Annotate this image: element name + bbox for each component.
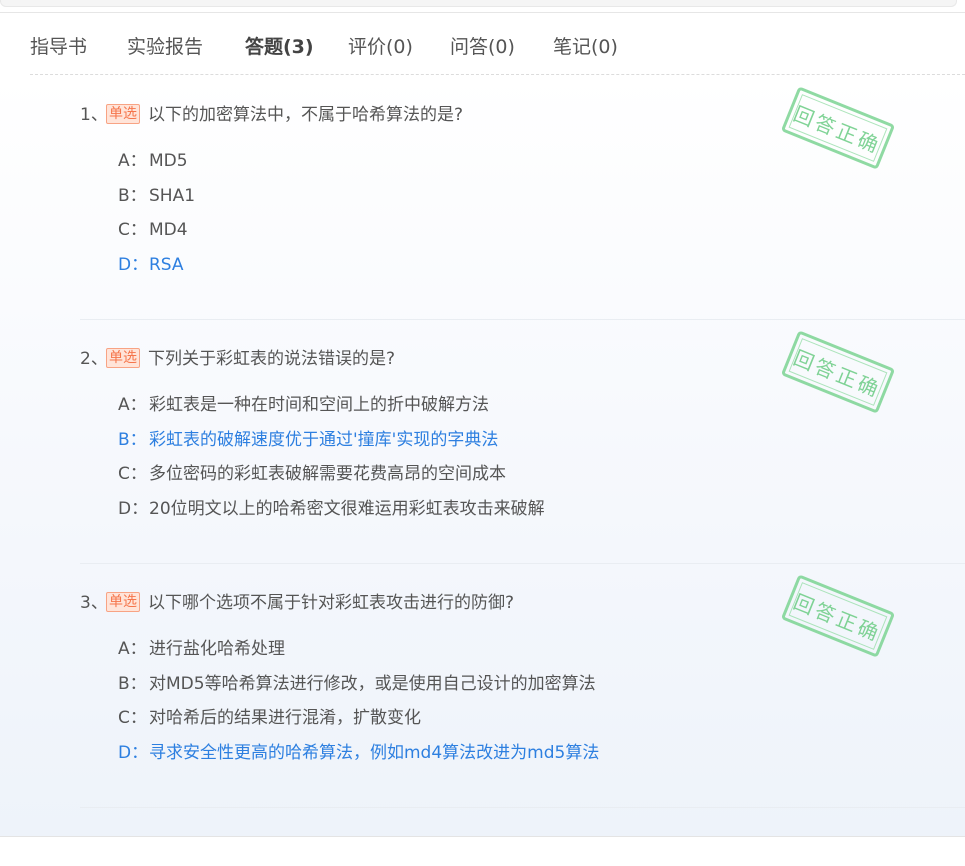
option-letter: A： — [118, 395, 147, 415]
option-text: MD5 — [149, 151, 188, 171]
tab-lab-report[interactable]: 实验报告 — [127, 32, 203, 59]
option-c[interactable]: C： 多位密码的彩虹表破解需要花费高昂的空间成本 — [118, 459, 545, 494]
option-letter: C： — [118, 708, 147, 728]
question-2: 2、单选 下列关于彩虹表的说法错误的是? A： 彩虹表是一种在时间和空间上的折中破解… — [80, 320, 965, 564]
option-text: 寻求安全性更高的哈希算法，例如md4算法改进为md5算法 — [149, 742, 600, 763]
option-letter: C： — [118, 464, 147, 484]
answer-correct-stamp: 回答正确 — [780, 574, 896, 658]
question-number: 2、 — [80, 349, 108, 369]
question-number: 1、 — [80, 105, 108, 125]
question-text: 以下哪个选项不属于针对彩虹表攻击进行的防御? — [148, 593, 515, 613]
option-list: A： 进行盐化哈希处理 B： 对MD5等哈希算法进行修改，或是使用自己设计的加密算法… — [118, 634, 599, 772]
question-type-badge: 单选 — [106, 104, 140, 124]
question-1: 1、单选 以下的加密算法中，不属于哈希算法的是? A： MD5 B： SHA1 C： M… — [80, 76, 965, 320]
option-text: 进行盐化哈希处理 — [149, 639, 285, 659]
option-letter: B： — [118, 185, 147, 206]
option-d-correct[interactable]: D：寻求安全性更高的哈希算法，例如md4算法改进为md5算法 — [118, 738, 599, 773]
question-text: 下列关于彩虹表的说法错误的是? — [148, 349, 396, 369]
tab-guide[interactable]: 指导书 — [30, 32, 87, 59]
option-text: 多位密码的彩虹表破解需要花费高昂的空间成本 — [149, 464, 506, 484]
question-number: 3、 — [80, 593, 108, 613]
option-d-correct[interactable]: D：RSA — [118, 250, 195, 285]
option-letter: B： — [118, 673, 147, 694]
option-d[interactable]: D：20位明文以上的哈希密文很难运用彩虹表攻击来破解 — [118, 494, 545, 529]
stamp-text: 回答正确 — [790, 345, 885, 402]
tab-qa[interactable]: 问答(0) — [450, 32, 515, 59]
option-text: RSA — [149, 254, 184, 275]
question-text: 以下的加密算法中，不属于哈希算法的是? — [148, 105, 464, 125]
stamp-text: 回答正确 — [790, 101, 885, 158]
question-header: 3、单选 以下哪个选项不属于针对彩虹表攻击进行的防御? — [80, 588, 514, 613]
answer-correct-stamp: 回答正确 — [780, 86, 896, 170]
option-letter: D： — [118, 254, 149, 275]
option-letter: C： — [118, 220, 147, 240]
bottom-area — [0, 837, 965, 866]
stamp-text: 回答正确 — [790, 589, 885, 646]
option-text: 彩虹表的破解速度优于通过'撞库'实现的字典法 — [149, 429, 499, 450]
option-text: 彩虹表是一种在时间和空间上的折中破解方法 — [149, 395, 489, 415]
option-list: A： MD5 B： SHA1 C： MD4 D：RSA — [118, 146, 195, 284]
option-b[interactable]: B： SHA1 — [118, 181, 195, 216]
top-scroll-bar — [0, 0, 965, 13]
option-b-correct[interactable]: B： 彩虹表的破解速度优于通过'撞库'实现的字典法 — [118, 425, 545, 460]
question-type-badge: 单选 — [106, 592, 140, 612]
option-letter: D： — [118, 742, 149, 763]
top-scroll-shade — [0, 0, 957, 7]
option-text: 对MD5等哈希算法进行修改，或是使用自己设计的加密算法 — [149, 673, 596, 694]
option-a[interactable]: A： 彩虹表是一种在时间和空间上的折中破解方法 — [118, 390, 545, 425]
option-letter: A： — [118, 151, 147, 171]
option-b[interactable]: B： 对MD5等哈希算法进行修改，或是使用自己设计的加密算法 — [118, 669, 599, 704]
question-separator — [80, 807, 965, 808]
question-3: 3、单选 以下哪个选项不属于针对彩虹表攻击进行的防御? A： 进行盐化哈希处理 B：… — [80, 564, 965, 808]
option-letter: D： — [118, 498, 149, 519]
option-a[interactable]: A： MD5 — [118, 146, 195, 181]
tab-reviews[interactable]: 评价(0) — [348, 32, 413, 59]
option-a[interactable]: A： 进行盐化哈希处理 — [118, 634, 599, 669]
tab-quiz[interactable]: 答题(3) — [245, 32, 314, 59]
question-header: 1、单选 以下的加密算法中，不属于哈希算法的是? — [80, 100, 463, 125]
option-text: 20位明文以上的哈希密文很难运用彩虹表攻击来破解 — [149, 498, 545, 519]
question-header: 2、单选 下列关于彩虹表的说法错误的是? — [80, 344, 395, 369]
option-letter: A： — [118, 639, 147, 659]
option-list: A： 彩虹表是一种在时间和空间上的折中破解方法 B： 彩虹表的破解速度优于通过'撞库… — [118, 390, 545, 528]
option-letter: B： — [118, 429, 147, 450]
option-text: MD4 — [149, 220, 188, 240]
quiz-panel: 1、单选 以下的加密算法中，不属于哈希算法的是? A： MD5 B： SHA1 C： M… — [0, 76, 965, 836]
tab-bar: 指导书 实验报告 答题(3) 评价(0) 问答(0) 笔记(0) — [30, 26, 965, 74]
question-type-badge: 单选 — [106, 348, 140, 368]
option-text: 对哈希后的结果进行混淆，扩散变化 — [149, 708, 421, 728]
answer-correct-stamp: 回答正确 — [780, 330, 896, 414]
tab-divider — [30, 74, 965, 75]
option-c[interactable]: C： 对哈希后的结果进行混淆，扩散变化 — [118, 703, 599, 738]
option-text: SHA1 — [149, 185, 196, 206]
tab-notes[interactable]: 笔记(0) — [553, 32, 618, 59]
option-c[interactable]: C： MD4 — [118, 215, 195, 250]
